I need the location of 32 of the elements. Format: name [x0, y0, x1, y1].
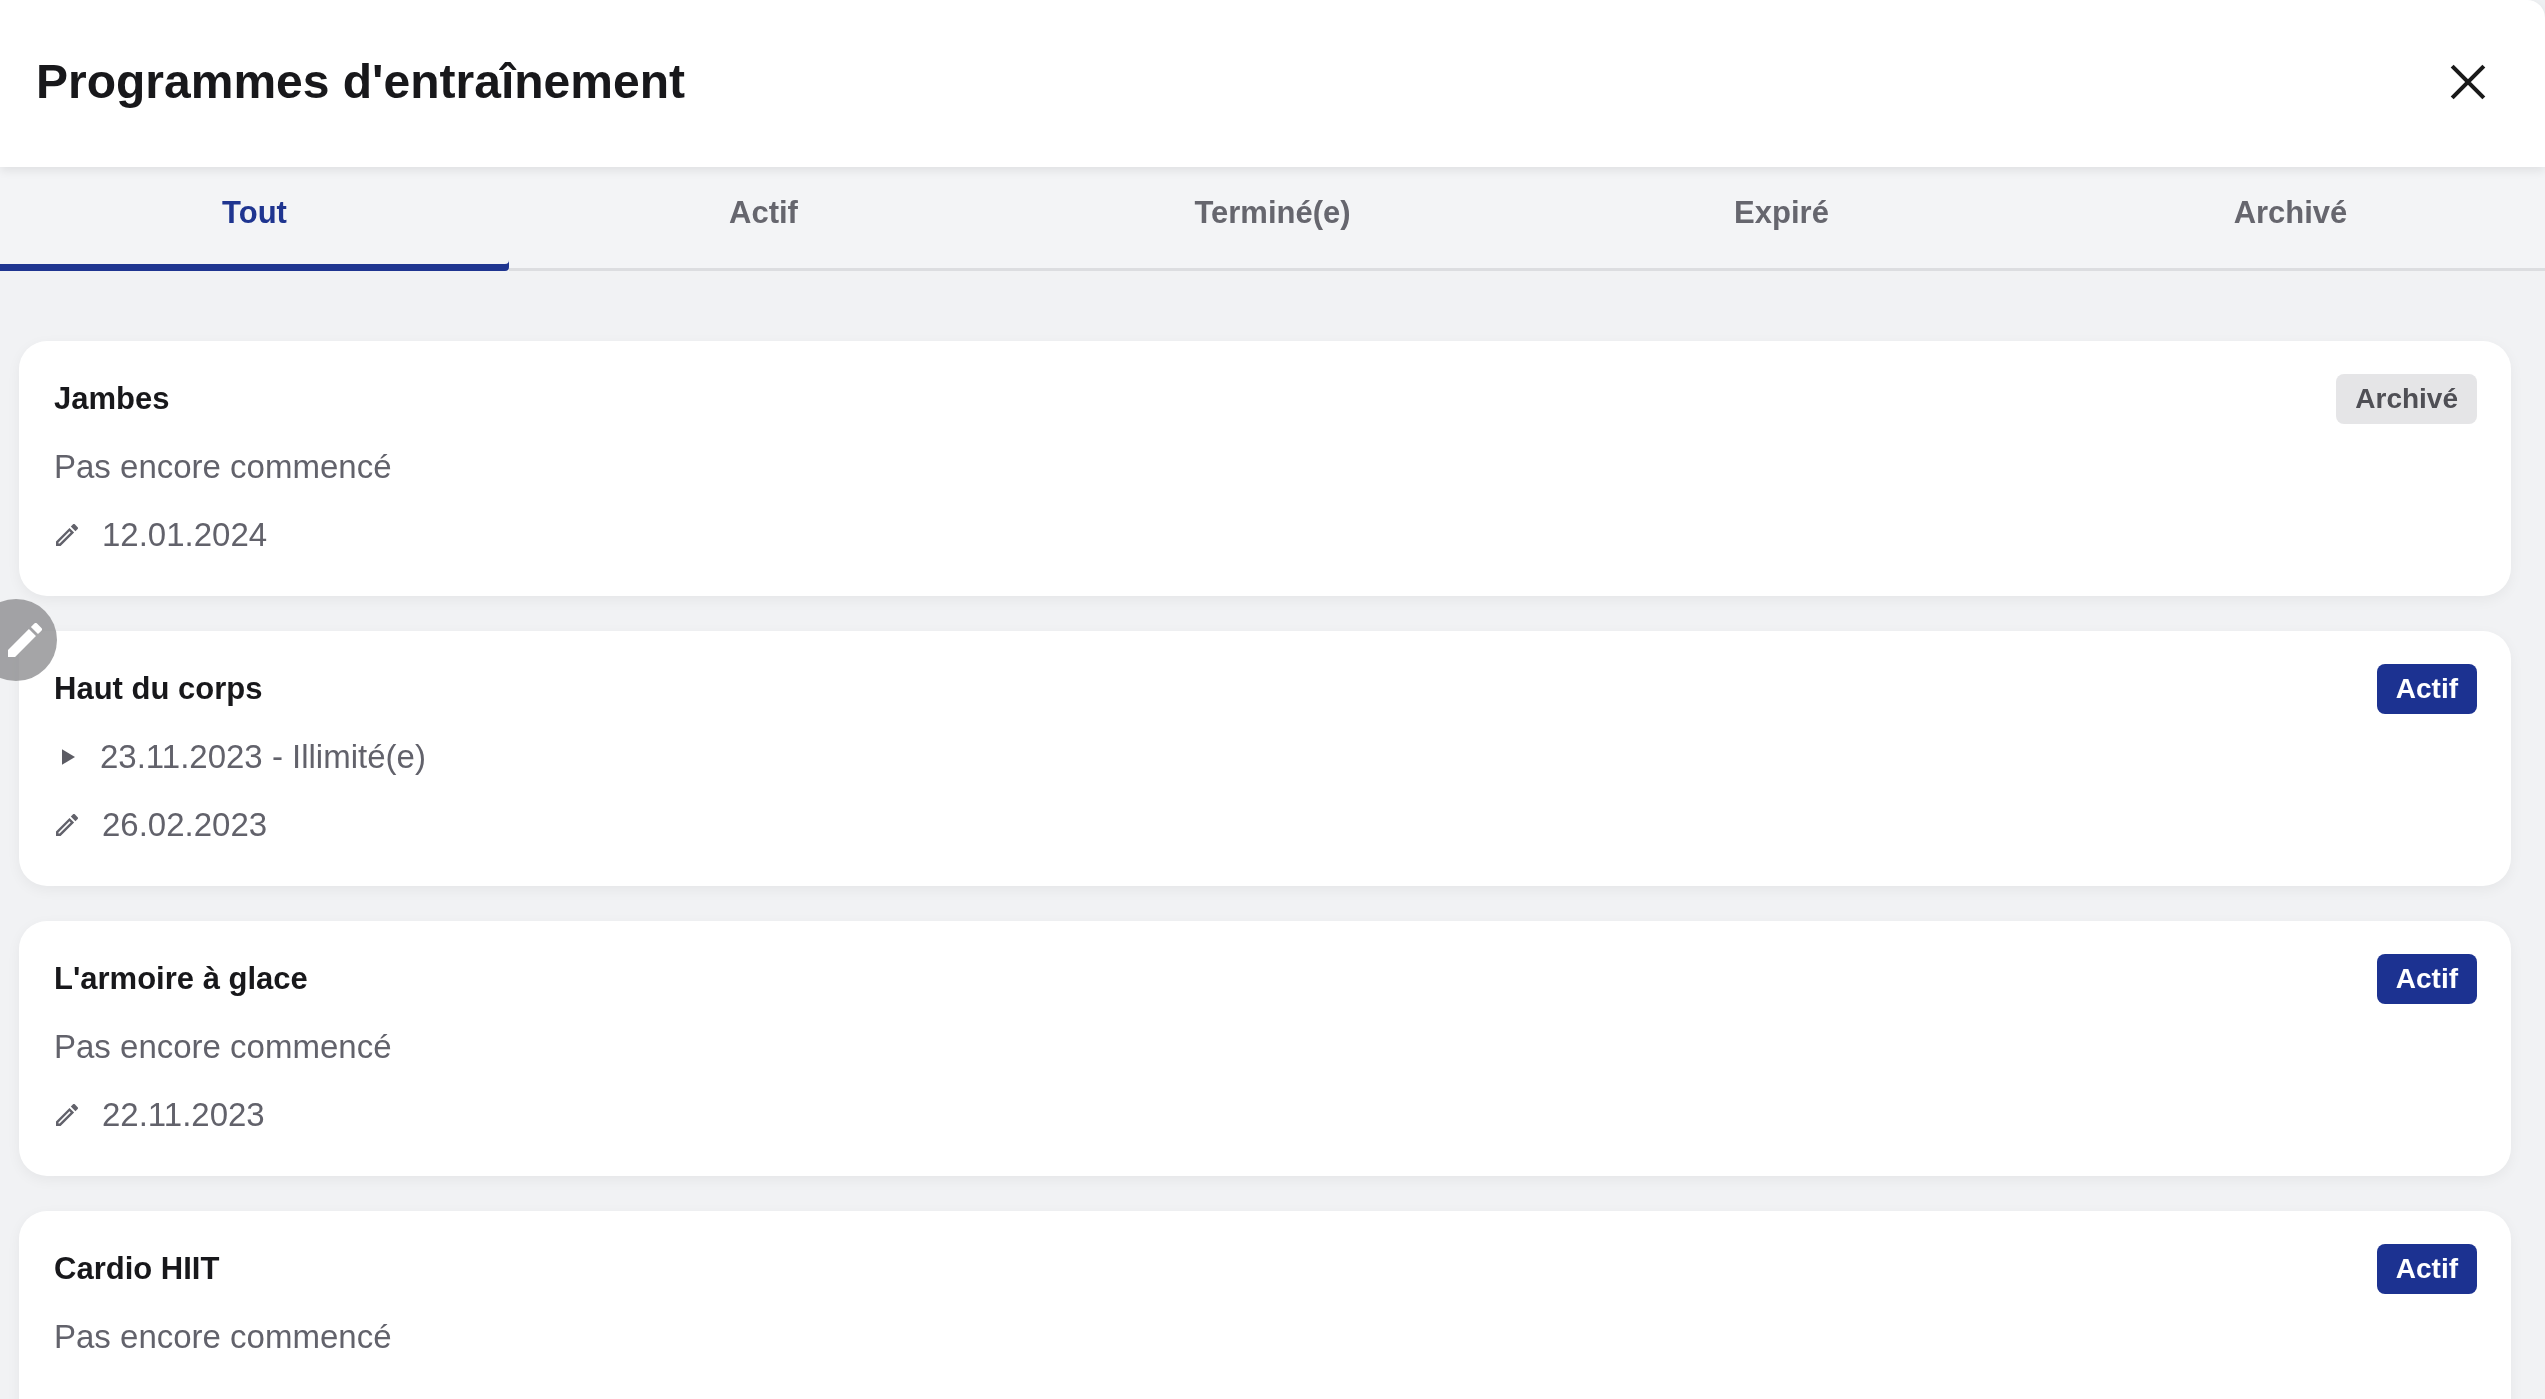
- pencil-icon: [8, 623, 42, 657]
- program-card[interactable]: L'armoire à glace Actif Pas encore commencé 22.11.2023: [19, 921, 2511, 1176]
- dialog-title: Programmes d'entraînement: [36, 54, 685, 109]
- filter-tab[interactable]: Archivé: [2036, 167, 2545, 271]
- period-text: 23.11.2023 - Illimité(e): [100, 738, 426, 776]
- program-card[interactable]: Jambes Archivé Pas encore commencé 12.01.2024: [19, 341, 2511, 596]
- filter-tab[interactable]: Terminé(e): [1018, 167, 1527, 271]
- pencil-icon: [56, 1104, 78, 1126]
- program-card[interactable]: Cardio HIIT Actif Pas encore commencé: [19, 1211, 2511, 1399]
- status-tag: Actif: [2376, 954, 2477, 1004]
- filter-tab[interactable]: Actif: [509, 167, 1018, 271]
- status-tag: Archivé: [2336, 374, 2477, 424]
- edited-date: 22.11.2023: [102, 1096, 265, 1134]
- status-text: Pas encore commencé: [54, 1318, 392, 1356]
- edited-date: 12.01.2024: [102, 516, 268, 554]
- pencil-icon: [56, 814, 78, 836]
- program-name: Jambes: [54, 381, 170, 417]
- filter-tab[interactable]: Tout: [0, 167, 509, 271]
- status-text: Pas encore commencé: [54, 1028, 392, 1066]
- pencil-icon: [56, 524, 78, 546]
- program-name: Cardio HIIT: [54, 1251, 220, 1287]
- close-icon: [2449, 62, 2487, 101]
- play-icon: [62, 749, 75, 765]
- program-card[interactable]: Haut du corps Actif 23.11.2023 - Illimité(e) 26.02.2023: [19, 631, 2511, 886]
- edited-date: 26.02.2023: [102, 806, 268, 844]
- status-tag: Actif: [2376, 664, 2477, 714]
- status-text: Pas encore commencé: [54, 448, 392, 486]
- status-tag: Actif: [2376, 1244, 2477, 1294]
- filter-tab[interactable]: Expiré: [1527, 167, 2036, 271]
- program-name: Haut du corps: [54, 671, 263, 707]
- program-name: L'armoire à glace: [54, 961, 308, 997]
- close-button[interactable]: [2449, 62, 2487, 101]
